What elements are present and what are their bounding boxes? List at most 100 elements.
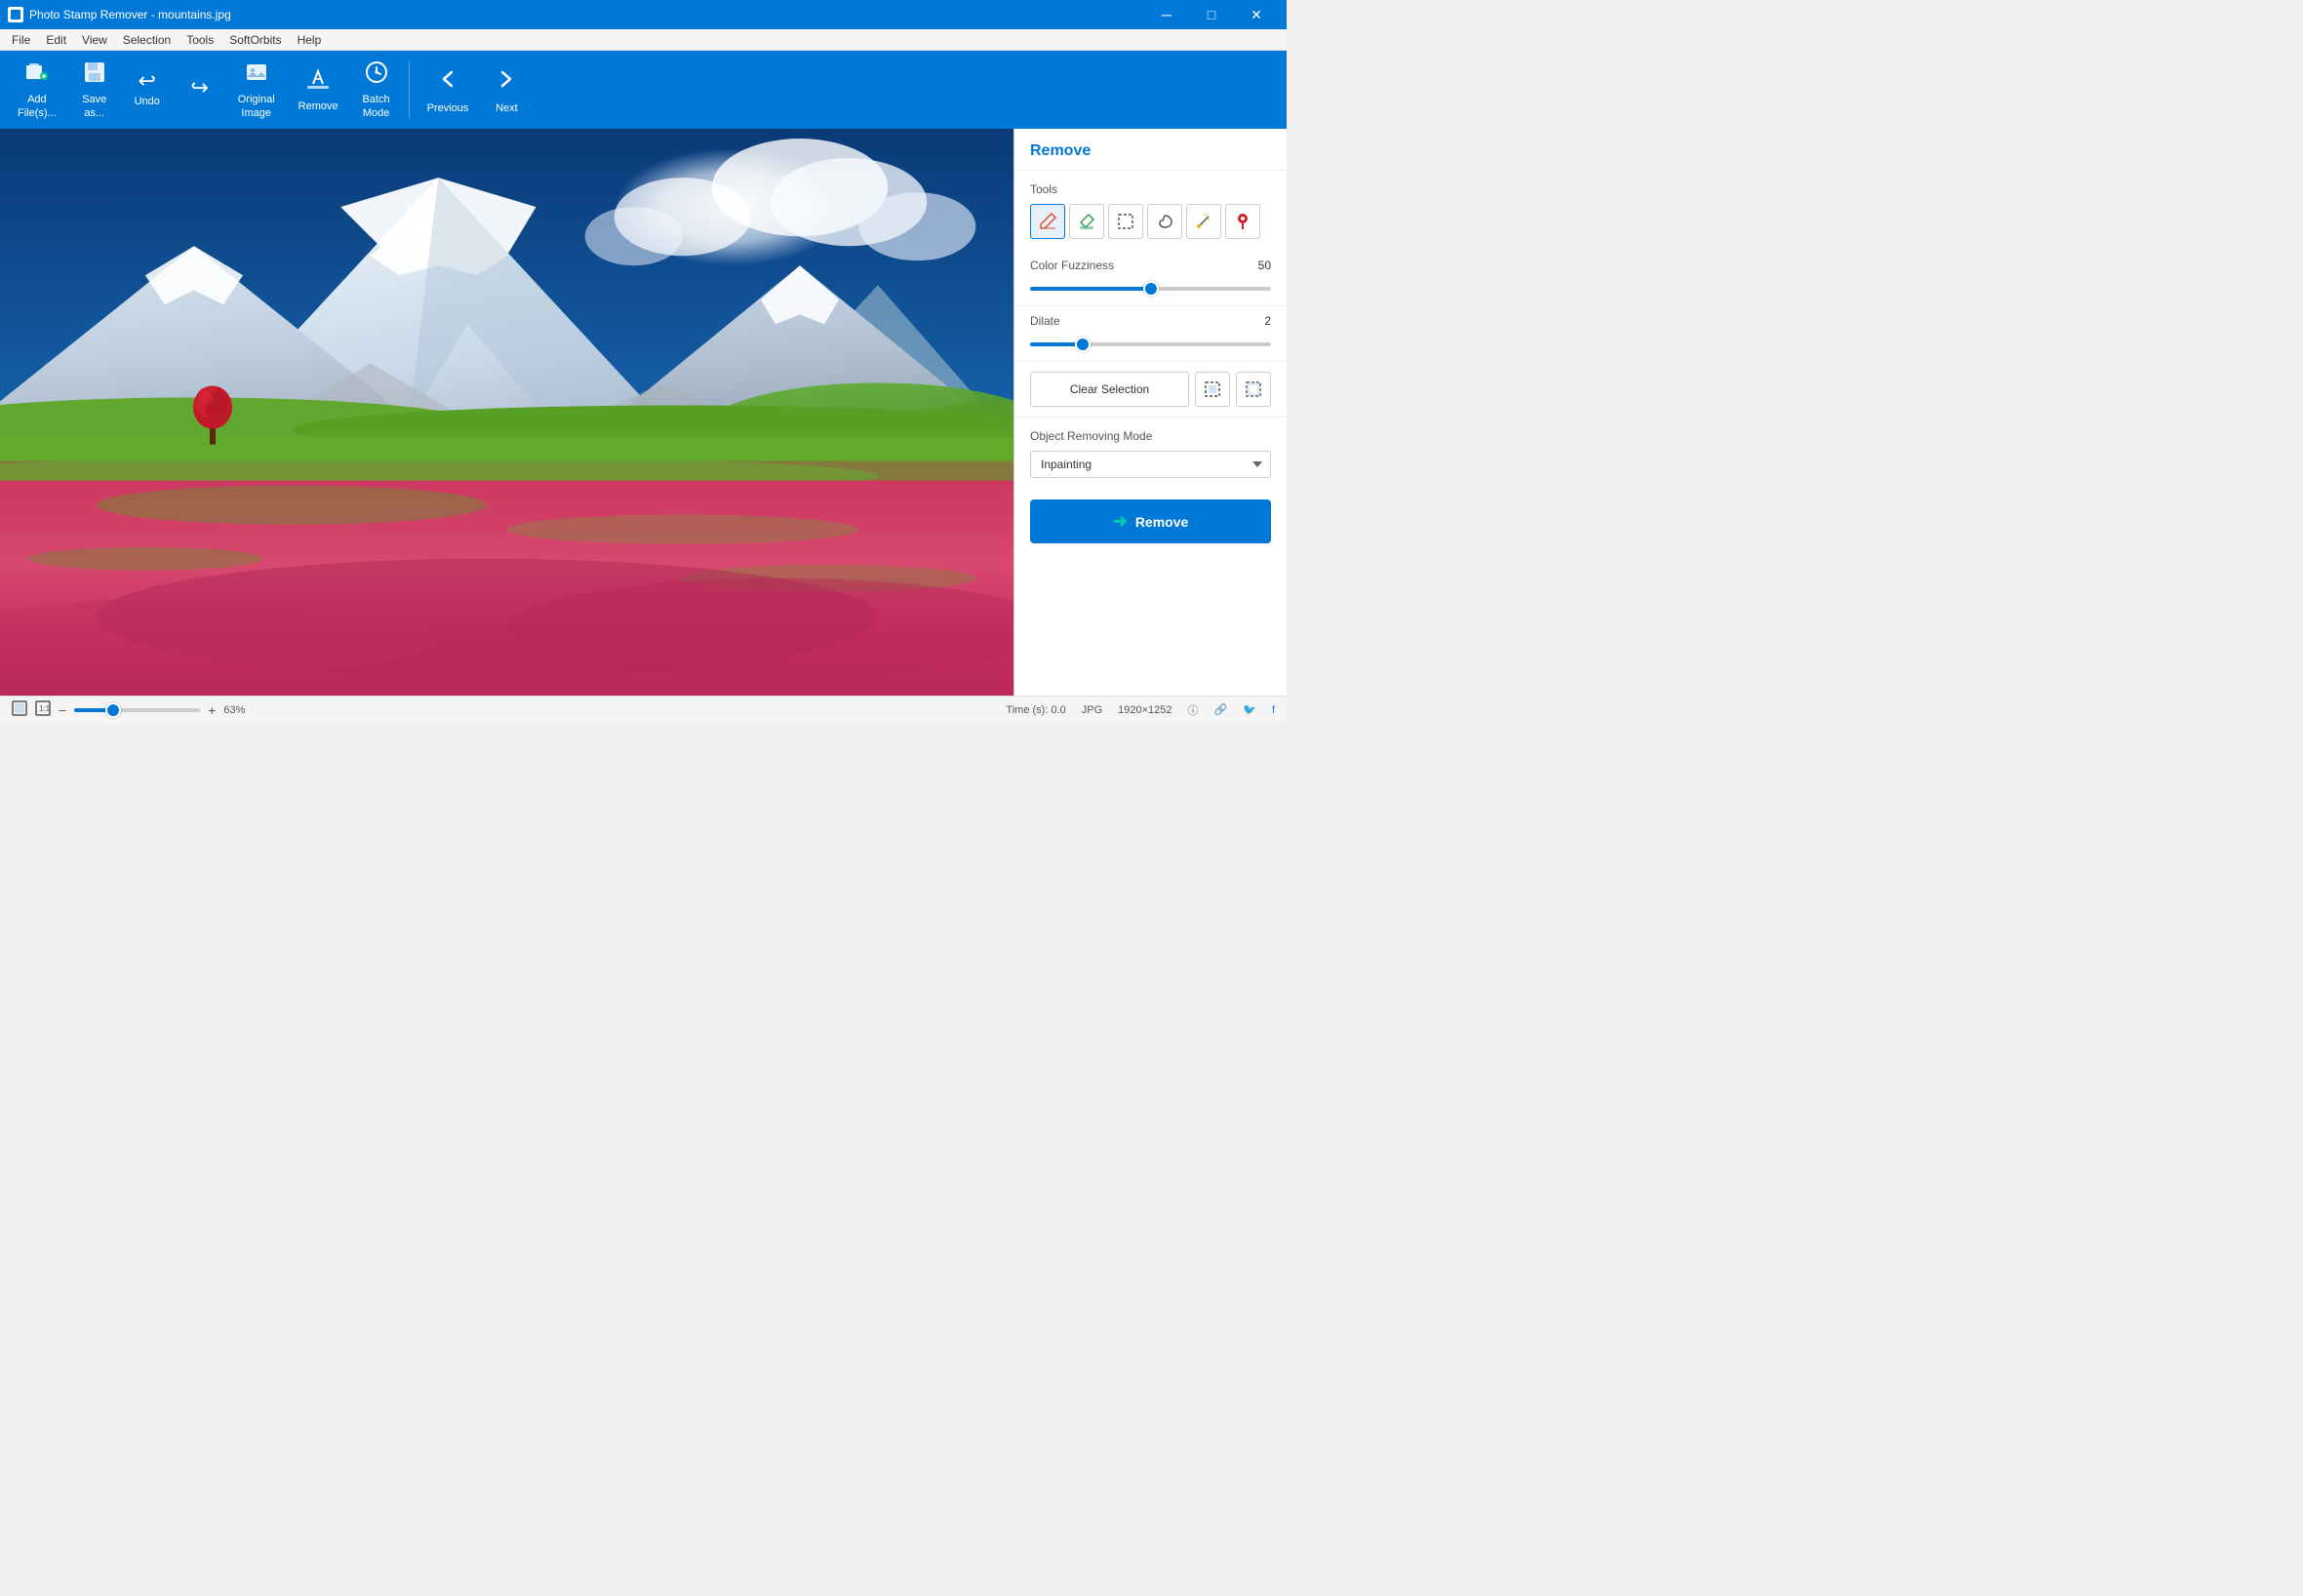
redo-icon: ↪ — [191, 77, 209, 99]
batch-mode-icon — [364, 60, 389, 90]
menu-edit[interactable]: Edit — [38, 31, 74, 49]
next-label: Next — [496, 102, 518, 115]
dilate-value: 2 — [1264, 314, 1271, 328]
eraser-tool-button[interactable] — [1069, 204, 1104, 239]
zoom-fit-icon — [12, 700, 27, 716]
lasso-icon — [1155, 212, 1174, 231]
color-fuzziness-value: 50 — [1258, 259, 1271, 272]
remove-toolbar-label: Remove — [298, 100, 338, 113]
select-all-button[interactable] — [1195, 372, 1230, 407]
share-icon[interactable]: 🔗 — [1214, 703, 1228, 716]
canvas-area[interactable] — [0, 129, 1013, 696]
color-fuzziness-label: Color Fuzziness — [1030, 259, 1114, 272]
rect-select-tool-button[interactable] — [1108, 204, 1143, 239]
add-files-label: AddFile(s)... — [18, 94, 57, 119]
object-removing-mode-label: Object Removing Mode — [1030, 429, 1271, 443]
window-title: Photo Stamp Remover - mountains.jpg — [29, 8, 231, 21]
undo-label: Undo — [135, 96, 160, 108]
action-row: Clear Selection — [1014, 362, 1287, 418]
menu-bar: File Edit View Selection Tools SoftOrbit… — [0, 29, 1287, 51]
stamp-tool-button[interactable] — [1225, 204, 1260, 239]
original-image-label: OriginalImage — [238, 94, 275, 119]
redo-button[interactable]: ↪ — [176, 55, 224, 125]
close-button[interactable]: ✕ — [1234, 0, 1279, 29]
menu-view[interactable]: View — [74, 31, 115, 49]
right-panel: Remove Tools — [1013, 129, 1287, 696]
minimize-button[interactable]: ─ — [1144, 0, 1189, 29]
facebook-icon[interactable]: f — [1272, 704, 1275, 716]
info-icon[interactable]: ⓘ — [1188, 702, 1199, 718]
tools-row — [1030, 204, 1271, 239]
object-removing-mode-select[interactable]: Inpainting Content Aware Texture Synthes… — [1030, 451, 1271, 478]
magic-wand-icon — [1194, 212, 1213, 231]
remove-button[interactable]: ➜ Remove — [1030, 499, 1271, 543]
zoom-in-button[interactable]: + — [208, 702, 216, 718]
dilate-slider[interactable] — [1030, 342, 1271, 346]
color-fuzziness-section: Color Fuzziness 50 — [1014, 251, 1287, 306]
tools-section: Tools — [1014, 171, 1287, 251]
select-all-icon — [1204, 380, 1221, 398]
color-fuzziness-header: Color Fuzziness 50 — [1030, 259, 1271, 272]
panel-title: Remove — [1014, 129, 1287, 171]
invert-selection-button[interactable] — [1236, 372, 1271, 407]
next-icon — [492, 64, 521, 99]
status-left: 1:1 − + 63% — [12, 700, 245, 719]
canvas-image — [0, 129, 1013, 696]
previous-icon — [433, 64, 462, 99]
format-display: JPG — [1082, 704, 1102, 716]
zoom-actual-button[interactable]: 1:1 — [35, 700, 51, 719]
time-display: Time (s): 0.0 — [1006, 704, 1065, 716]
brush-icon — [1038, 212, 1057, 231]
previous-button[interactable]: Previous — [417, 55, 479, 125]
lasso-tool-button[interactable] — [1147, 204, 1182, 239]
zoom-fit-button[interactable] — [12, 700, 27, 719]
app-icon — [8, 7, 23, 22]
add-files-button[interactable]: AddFile(s)... — [8, 55, 66, 125]
toolbar-separator — [409, 60, 410, 119]
menu-selection[interactable]: Selection — [115, 31, 179, 49]
menu-help[interactable]: Help — [290, 31, 330, 49]
menu-file[interactable]: File — [4, 31, 38, 49]
brush-tool-button[interactable] — [1030, 204, 1065, 239]
save-as-label: Saveas... — [82, 94, 106, 119]
menu-tools[interactable]: Tools — [179, 31, 221, 49]
next-button[interactable]: Next — [482, 55, 531, 125]
clear-selection-button[interactable]: Clear Selection — [1030, 372, 1189, 407]
invert-selection-icon — [1245, 380, 1262, 398]
color-fuzziness-slider[interactable] — [1030, 287, 1271, 291]
object-removing-mode-section: Object Removing Mode Inpainting Content … — [1014, 418, 1287, 490]
title-bar: Photo Stamp Remover - mountains.jpg ─ □ … — [0, 0, 1287, 29]
eraser-icon — [1077, 212, 1096, 231]
dimensions-display: 1920×1252 — [1118, 704, 1171, 716]
twitter-icon[interactable]: 🐦 — [1243, 703, 1256, 716]
svg-text:1:1: 1:1 — [39, 704, 51, 713]
original-image-button[interactable]: OriginalImage — [228, 55, 285, 125]
zoom-level: 63% — [223, 704, 245, 716]
dilate-label: Dilate — [1030, 314, 1060, 328]
window-controls[interactable]: ─ □ ✕ — [1144, 0, 1279, 29]
maximize-button[interactable]: □ — [1189, 0, 1234, 29]
remove-toolbar-icon — [305, 66, 331, 97]
dilate-section: Dilate 2 — [1014, 306, 1287, 362]
main-area: Remove Tools — [0, 129, 1287, 696]
rect-select-icon — [1116, 212, 1135, 231]
remove-button-label: Remove — [1135, 514, 1188, 530]
tools-label: Tools — [1030, 182, 1271, 196]
zoom-actual-icon: 1:1 — [35, 700, 51, 716]
toolbar: AddFile(s)... Saveas... ↩ Undo ↪ Origina… — [0, 51, 1287, 129]
batch-mode-button[interactable]: BatchMode — [352, 55, 401, 125]
menu-softorbits[interactable]: SoftOrbits — [221, 31, 289, 49]
add-files-icon — [24, 60, 50, 90]
previous-label: Previous — [427, 102, 469, 115]
batch-mode-label: BatchMode — [363, 94, 390, 119]
save-icon — [82, 60, 107, 90]
remove-toolbar-button[interactable]: Remove — [289, 55, 348, 125]
zoom-slider[interactable] — [74, 708, 200, 712]
remove-button-arrow-icon: ➜ — [1113, 511, 1128, 532]
save-as-button[interactable]: Saveas... — [70, 55, 119, 125]
undo-button[interactable]: ↩ Undo — [123, 55, 172, 125]
magic-wand-tool-button[interactable] — [1186, 204, 1221, 239]
original-image-icon — [244, 60, 269, 90]
zoom-out-button[interactable]: − — [59, 702, 66, 718]
undo-icon: ↩ — [139, 70, 156, 92]
